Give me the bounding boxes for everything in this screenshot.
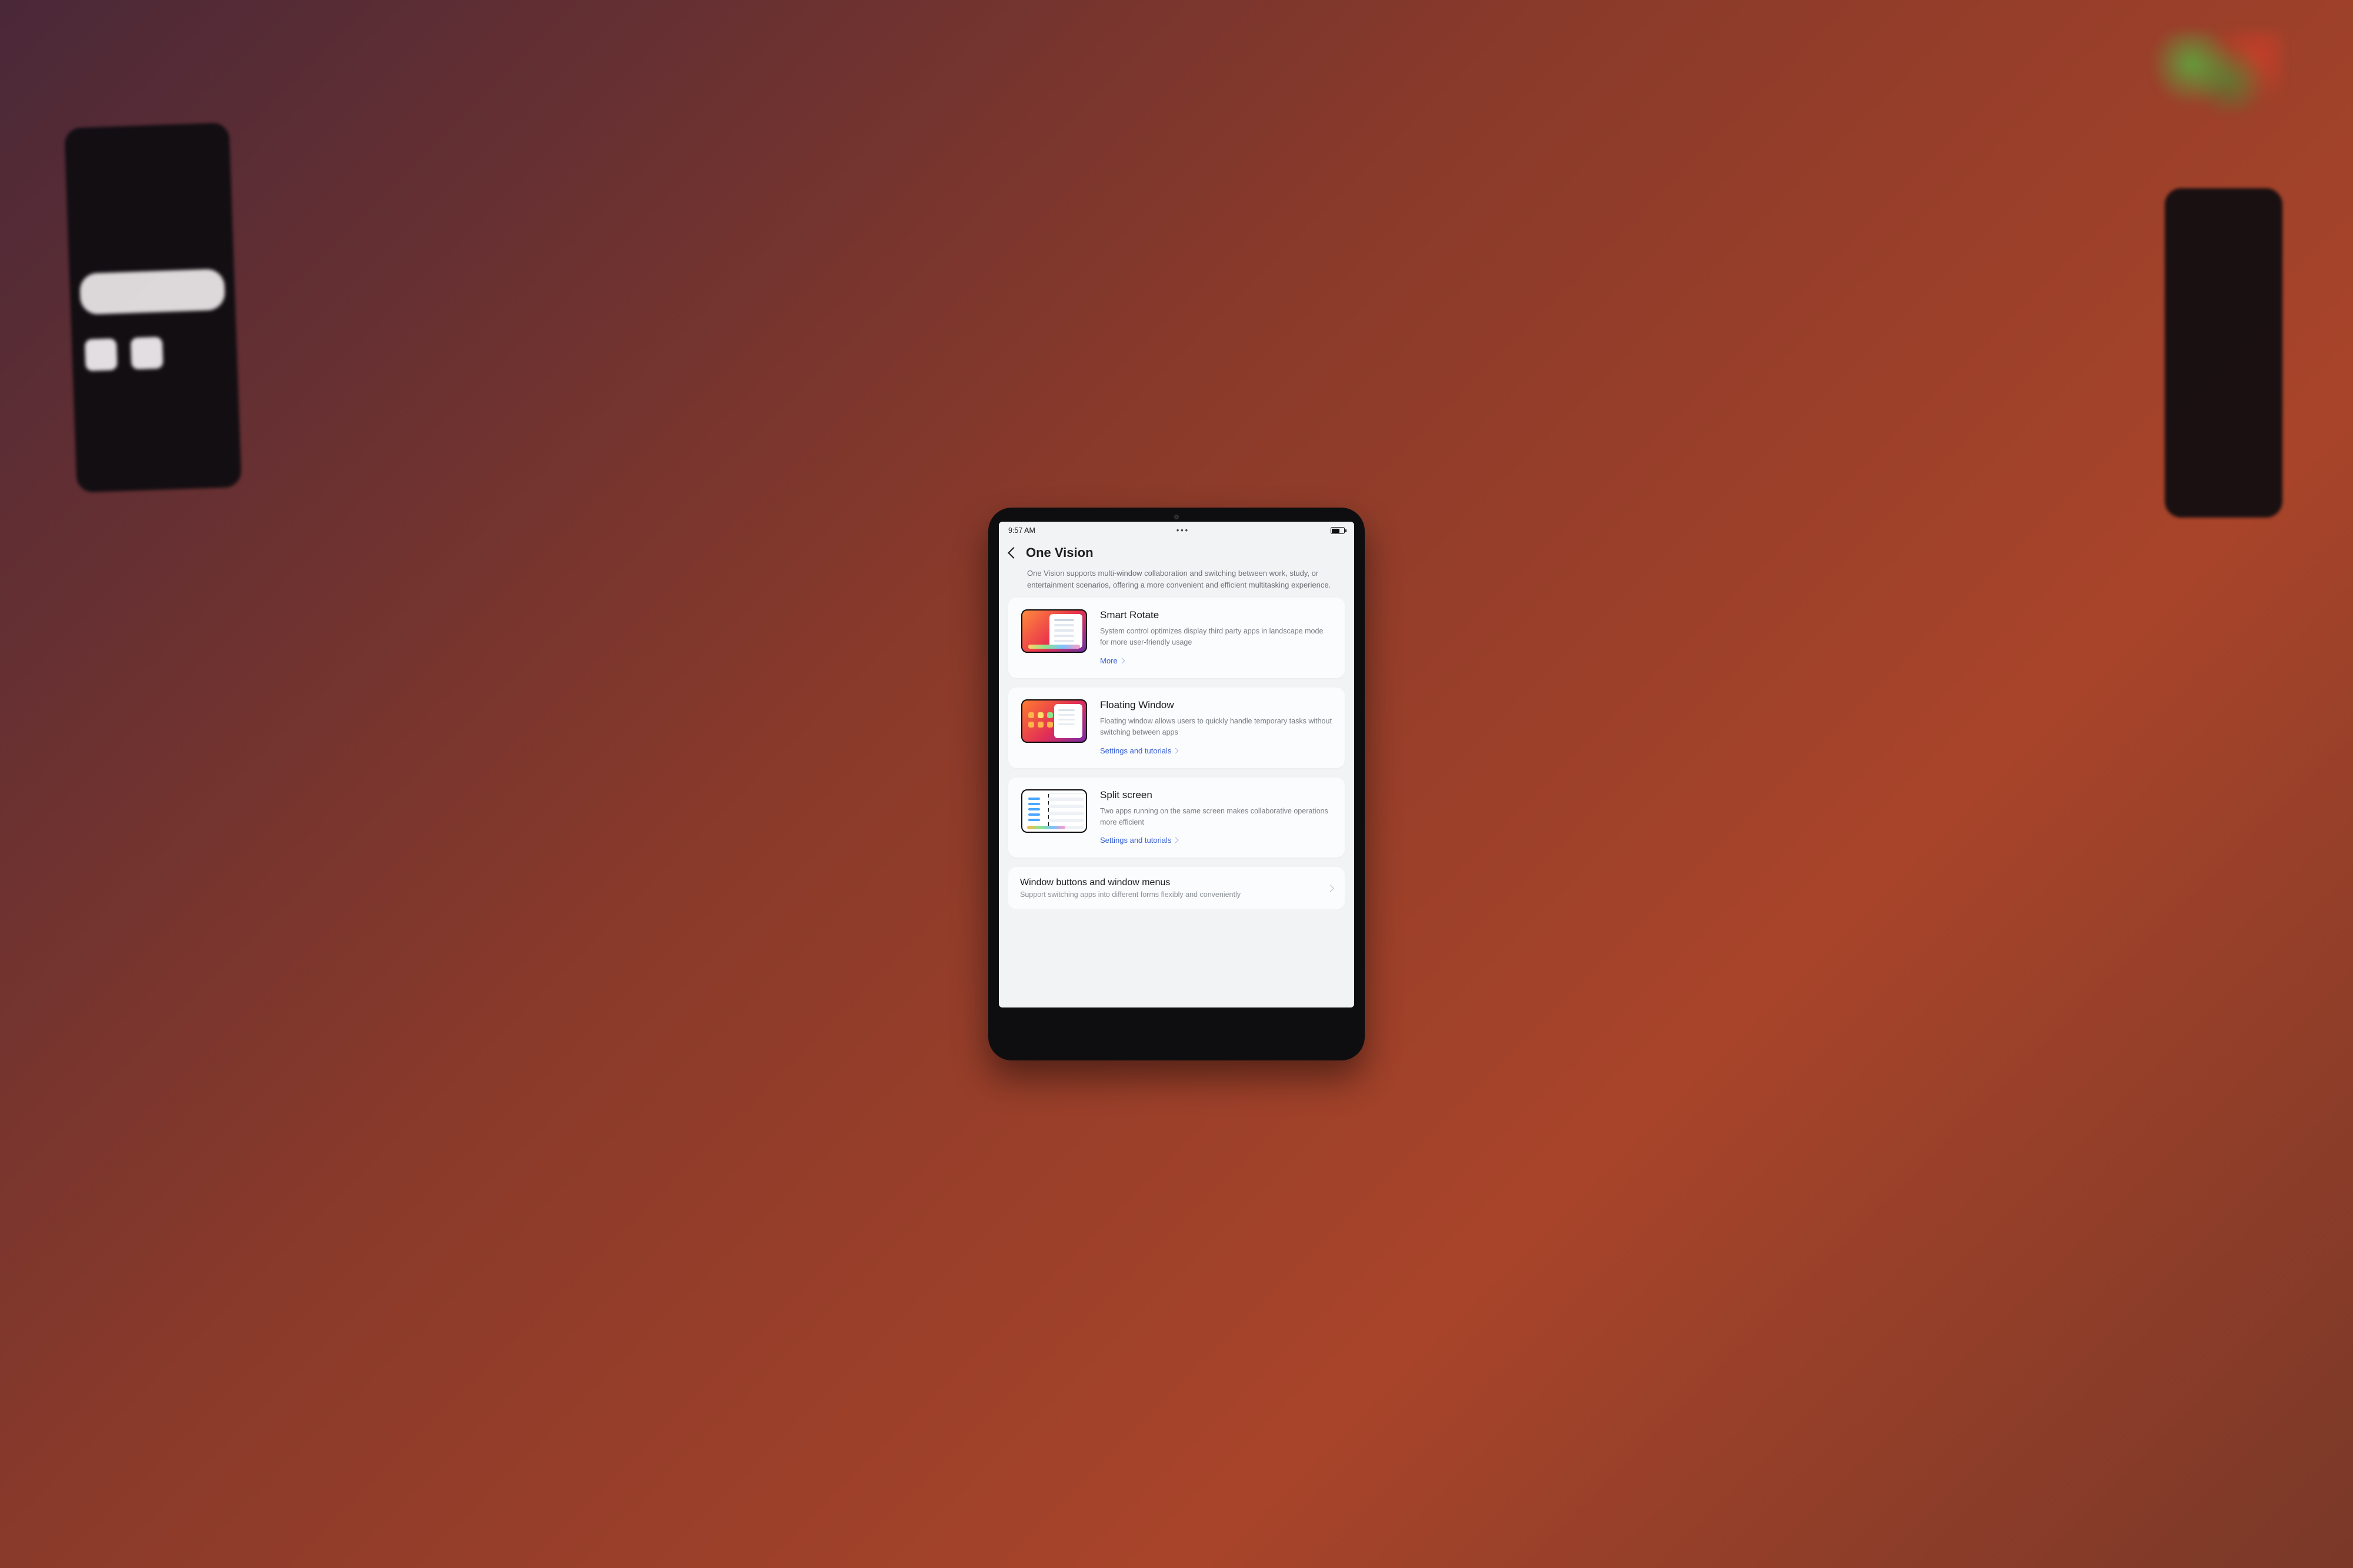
card-desc: Two apps running on the same screen make… — [1100, 806, 1332, 829]
status-more-icon: ••• — [1176, 526, 1189, 535]
background-device-right — [2165, 188, 2282, 518]
card-desc: Floating window allows users to quickly … — [1100, 716, 1332, 739]
row-title: Window buttons and window menus — [1020, 878, 1241, 888]
status-time: 9:57 AM — [1008, 526, 1035, 535]
page-title: One Vision — [1026, 545, 1094, 561]
card-title: Split screen — [1100, 789, 1332, 801]
card-settings-link[interactable]: Settings and tutorials — [1100, 746, 1178, 755]
intro-text: One Vision supports multi-window collabo… — [999, 564, 1354, 598]
page-header: One Vision — [999, 539, 1354, 564]
status-bar: 9:57 AM ••• — [999, 522, 1354, 539]
card-desc: System control optimizes display third p… — [1100, 626, 1332, 649]
card-split-screen[interactable]: Split screen Two apps running on the sam… — [1008, 778, 1345, 858]
chevron-right-icon — [1327, 885, 1334, 892]
row-window-buttons[interactable]: Window buttons and window menus Support … — [1008, 867, 1345, 909]
back-icon[interactable] — [1008, 547, 1019, 559]
card-more-link[interactable]: More — [1100, 656, 1124, 665]
background-device-left — [64, 123, 241, 493]
card-title: Floating Window — [1100, 699, 1332, 711]
feature-card-list: Smart Rotate System control optimizes di… — [999, 598, 1354, 858]
card-link-label: More — [1100, 656, 1118, 665]
front-camera — [1174, 515, 1179, 519]
card-link-label: Settings and tutorials — [1100, 746, 1171, 755]
smart-rotate-thumbnail — [1021, 609, 1087, 653]
card-link-label: Settings and tutorials — [1100, 836, 1171, 845]
card-floating-window[interactable]: Floating Window Floating window allows u… — [1008, 688, 1345, 768]
screen: 9:57 AM ••• One Vision One Vision suppor… — [999, 522, 1354, 1007]
battery-icon — [1331, 527, 1345, 534]
tablet-frame: 9:57 AM ••• One Vision One Vision suppor… — [988, 508, 1365, 1060]
background-bokeh — [2153, 31, 2282, 114]
split-screen-thumbnail — [1021, 789, 1087, 833]
chevron-right-icon — [1173, 748, 1179, 753]
card-title: Smart Rotate — [1100, 609, 1332, 621]
chevron-right-icon — [1173, 838, 1179, 843]
card-settings-link[interactable]: Settings and tutorials — [1100, 836, 1178, 845]
chevron-right-icon — [1119, 658, 1125, 663]
floating-window-thumbnail — [1021, 699, 1087, 743]
card-smart-rotate[interactable]: Smart Rotate System control optimizes di… — [1008, 598, 1345, 678]
row-subtitle: Support switching apps into different fo… — [1020, 890, 1241, 899]
